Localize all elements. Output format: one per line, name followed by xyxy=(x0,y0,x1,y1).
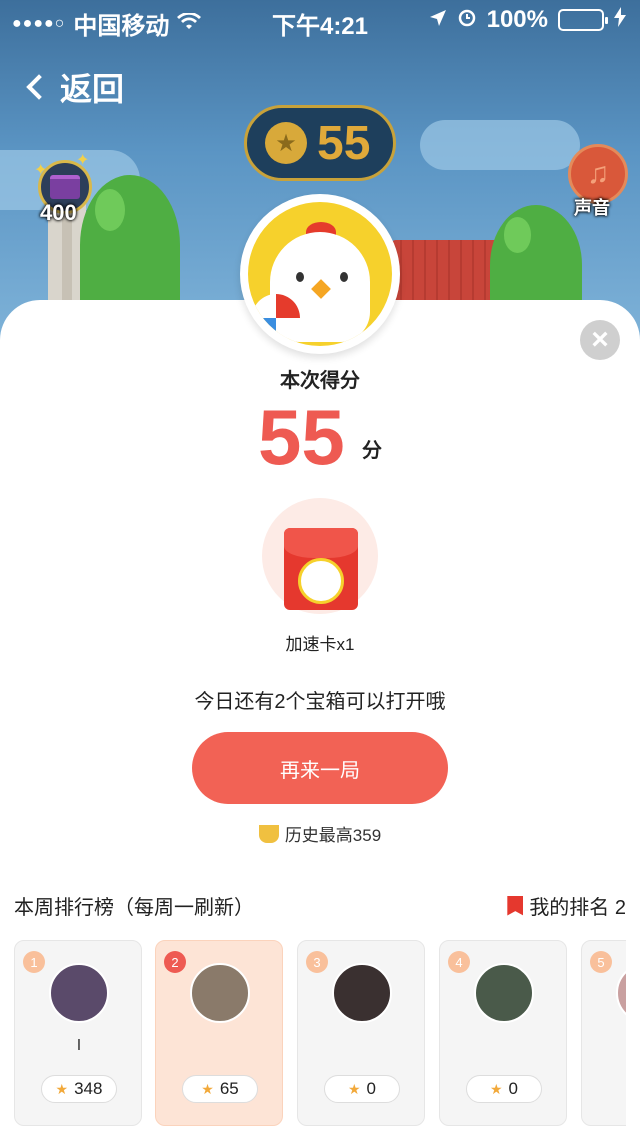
sound-label: 声音 xyxy=(574,198,610,218)
rank-number: 3 xyxy=(306,951,328,973)
barn-roof xyxy=(390,240,500,300)
bookmark-icon xyxy=(507,895,524,916)
score-label: 本次得分 xyxy=(280,370,360,392)
avatar xyxy=(474,963,534,1023)
leaderboard-entry[interactable]: 4 ★ 0 xyxy=(439,940,567,1126)
rank-number: 1 xyxy=(23,951,45,973)
charging-icon xyxy=(614,6,626,34)
leaderboard-list: 1 I ★ 348 2 ★ 65 3 ★ 0 4 ★ 0 5 xyxy=(14,940,626,1130)
rank-number: 4 xyxy=(448,951,470,973)
final-score: 55 xyxy=(258,393,345,481)
my-rank-label: 我的排名 2 xyxy=(529,897,626,919)
score-unit: 分 xyxy=(362,440,382,462)
avatar xyxy=(190,963,250,1023)
beach-ball-icon xyxy=(252,294,300,342)
reward-label: 加速卡x1 xyxy=(285,635,355,654)
coin-score: 55 xyxy=(317,116,371,170)
leaderboard-entry[interactable]: 5 xyxy=(581,940,626,1126)
alarm-icon xyxy=(457,6,477,34)
player-name: I xyxy=(76,1037,82,1054)
play-again-button[interactable]: 再来一局 xyxy=(192,732,448,804)
player-avatar xyxy=(240,194,400,354)
leaderboard-entry[interactable]: 3 ★ 0 xyxy=(297,940,425,1126)
my-rank[interactable]: 我的排名 2 xyxy=(507,891,626,920)
avatar xyxy=(332,963,392,1023)
chest-message: 今日还有2个宝箱可以打开哦 xyxy=(194,691,446,713)
speed-card-icon xyxy=(284,528,358,610)
chevron-left-icon xyxy=(26,74,52,100)
trophy-icon xyxy=(258,824,279,843)
reward-item xyxy=(262,498,378,614)
back-label: 返回 xyxy=(60,71,125,107)
location-icon xyxy=(429,6,447,34)
player-score: ★ 0 xyxy=(466,1075,542,1103)
rank-number: 5 xyxy=(590,951,612,973)
gift-count: 400 xyxy=(40,200,77,225)
chicken-avatar-image xyxy=(248,202,392,346)
star-icon: ★ xyxy=(55,1080,69,1097)
avatar xyxy=(616,963,626,1023)
player-score: ★ 65 xyxy=(182,1075,258,1103)
star-icon: ★ xyxy=(201,1080,214,1097)
rank-number: 2 xyxy=(164,951,186,973)
star-icon: ★ xyxy=(347,1080,361,1097)
tree xyxy=(80,175,180,315)
back-button[interactable]: 返回 xyxy=(26,64,125,110)
gift-icon xyxy=(50,175,80,199)
star-icon: ★ xyxy=(489,1080,503,1097)
leaderboard-entry-me[interactable]: 2 ★ 65 xyxy=(155,940,283,1126)
best-score: 历史最高359 xyxy=(0,821,640,846)
battery-percent: 100% xyxy=(486,6,548,33)
best-score-label: 历史最高359 xyxy=(284,826,382,845)
coin-score-pill: ★ 55 xyxy=(244,105,396,181)
cloud xyxy=(420,120,580,170)
star-coin-icon: ★ xyxy=(265,122,307,164)
leaderboard-title: 本周排行榜（每周一刷新） xyxy=(14,897,254,919)
close-button[interactable]: × xyxy=(580,320,620,360)
music-note-icon: ♫ xyxy=(586,157,610,190)
close-icon: × xyxy=(591,323,609,356)
battery-icon xyxy=(558,9,608,31)
avatar xyxy=(49,963,109,1023)
player-score: ★ 348 xyxy=(41,1075,117,1103)
status-bar: ●●●●○ 中国移动 下午4:21 100% xyxy=(0,0,640,40)
player-score: ★ 0 xyxy=(324,1075,400,1103)
leaderboard-entry[interactable]: 1 I ★ 348 xyxy=(14,940,142,1126)
